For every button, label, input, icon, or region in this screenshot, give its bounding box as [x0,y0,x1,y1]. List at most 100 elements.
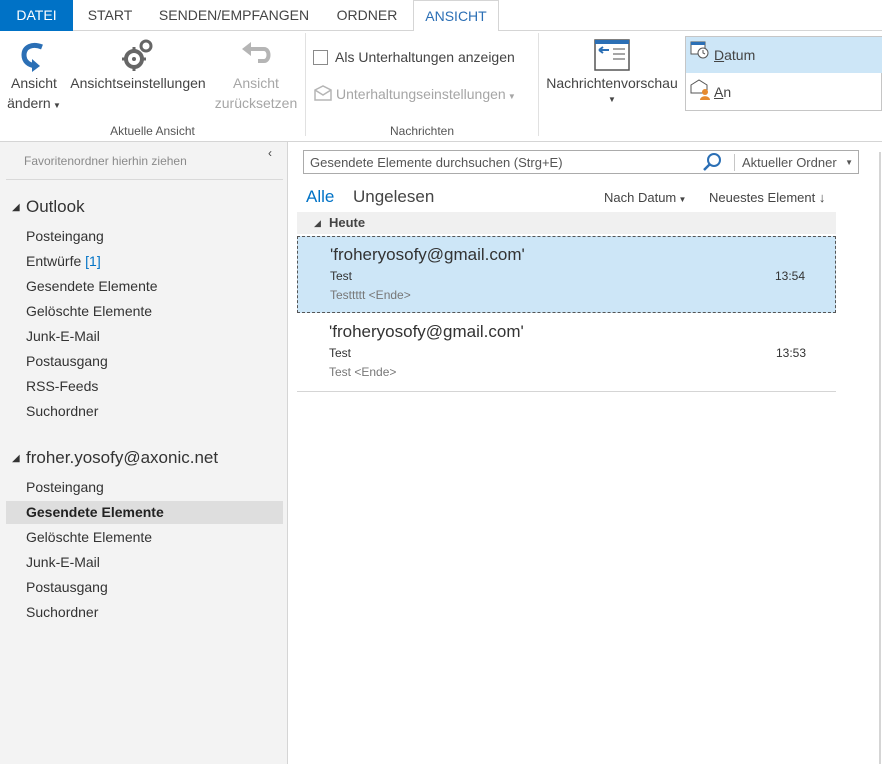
conversation-settings-icon [314,85,332,101]
search-input[interactable] [304,151,699,173]
message-subject: Test [330,269,353,283]
folder-deleted[interactable]: Gelöschte Elemente [6,526,283,549]
folder-rss[interactable]: RSS-Feeds [6,375,283,398]
view-settings-button[interactable]: Ansichtseinstellungen [66,37,210,121]
change-view-label-2: ändern [7,95,51,111]
tab-send-receive[interactable]: SENDEN/EMPFANGEN [150,0,318,31]
sort-by-dropdown[interactable]: Nach Datum ▼ [604,190,686,205]
search-scope-dropdown[interactable]: Aktueller Ordner ▼ [734,154,857,171]
message-sender: 'froheryosofy@gmail.com' [329,322,524,341]
arrangement-date-label: atum [724,47,756,63]
conversation-settings-button[interactable]: Unterhaltungseinstellungen ▼ [336,86,516,102]
expand-triangle-icon[interactable]: ◢ [12,202,20,213]
arrow-down-icon: ↓ [815,190,826,205]
group-header[interactable]: ◢ Heute [297,212,836,234]
group-label-messages: Nachrichten [389,124,455,138]
message-item[interactable]: 'froheryosofy@gmail.com' Test 13:53 Test… [297,314,836,391]
folder-pane: Favoritenordner hierhin ziehen ‹ ◢ Outlo… [0,142,288,764]
message-time: 13:53 [775,346,806,360]
show-conversations-checkbox[interactable] [313,50,328,65]
tab-folder[interactable]: ORDNER [324,0,410,31]
collapse-triangle-icon: ◢ [314,218,321,228]
folder-label: Posteingang [26,479,104,495]
filter-unread[interactable]: Ungelesen [353,187,434,207]
folder-search[interactable]: Suchordner [6,601,283,624]
folder-label: Postausgang [26,579,108,595]
sort-by-label: Nach Datum [604,190,677,205]
favorites-hint: Favoritenordner hierhin ziehen [24,154,187,168]
sort-order-toggle[interactable]: Neuestes Element ↓ [709,190,825,205]
search-icon[interactable] [702,152,722,172]
folder-label: RSS-Feeds [26,378,99,394]
ribbon-separator [538,33,539,136]
message-preview-icon [594,39,630,71]
folder-inbox[interactable]: Posteingang [6,476,283,499]
message-item-selected[interactable]: 'froheryosofy@gmail.com' Test 13:54 Test… [297,236,836,313]
search-scope-label: Aktueller Ordner [742,155,837,170]
ribbon-tabs: DATEI START SENDEN/EMPFANGEN ORDNER ANSI… [0,0,882,32]
conversation-settings-label: Unterhaltungseinstellungen [336,86,506,102]
folder-deleted[interactable]: Gelöschte Elemente [6,300,283,323]
message-sender: 'froheryosofy@gmail.com' [330,245,525,264]
search-box: Aktueller Ordner ▼ [303,150,859,174]
unread-count-badge: [1] [85,253,101,269]
folder-drafts[interactable]: Entwürfe [1] [6,250,283,273]
filter-all[interactable]: Alle [306,187,334,207]
chevron-down-icon: ▼ [676,195,687,204]
folder-outbox[interactable]: Postausgang [6,350,283,373]
account-header-outlook[interactable]: Outlook [26,197,85,217]
tab-start[interactable]: START [76,0,144,31]
tab-file[interactable]: DATEI [0,0,73,31]
ribbon: Ansicht ändern ▼ Ansichtseinstellungen A… [0,31,882,142]
folder-label: Gelöschte Elemente [26,529,153,545]
folder-junk[interactable]: Junk-E-Mail [6,551,283,574]
arrangement-date[interactable]: Datum [686,37,882,73]
folder-label: Gesendete Elemente [26,278,158,294]
folder-label: Suchordner [26,403,99,419]
folder-label: Posteingang [26,228,104,244]
divider [6,179,283,180]
arrangement-to[interactable]: An [686,74,882,110]
sort-order-label: Neuestes Element [709,190,816,205]
message-preview-text: Test <Ende> [329,365,397,379]
folder-label: Gesendete Elemente [26,504,164,520]
collapse-pane-button[interactable]: ‹ [268,146,272,160]
folder-search[interactable]: Suchordner [6,400,283,423]
message-preview-text: Testtttt <Ende> [330,288,411,302]
expand-triangle-icon[interactable]: ◢ [12,453,20,464]
reading-pane-edge [879,152,881,764]
folder-inbox[interactable]: Posteingang [6,225,283,248]
folder-sent-selected[interactable]: Gesendete Elemente [6,501,283,524]
chevron-down-icon: ▼ [845,158,853,167]
arrangement-to-label: n [723,84,732,100]
reset-view-label-1: Ansicht [233,75,279,91]
reset-view-button[interactable]: Ansicht zurücksetzen [212,37,300,121]
tab-view[interactable]: ANSICHT [413,0,499,32]
folder-label: Entwürfe [26,253,82,269]
folder-label: Junk-E-Mail [26,554,100,570]
change-view-label-1: Ansicht [11,75,57,91]
folder-sent[interactable]: Gesendete Elemente [6,275,283,298]
folder-label: Junk-E-Mail [26,328,100,344]
calendar-clock-icon [690,41,709,59]
dropdown-arrow-icon: ▼ [608,95,616,104]
folder-label: Gelöschte Elemente [26,303,153,319]
group-label-current-view: Aktuelle Ansicht [110,124,195,138]
show-conversations-label[interactable]: Als Unterhaltungen anzeigen [335,49,515,65]
gears-icon [122,39,153,71]
change-view-button[interactable]: Ansicht ändern ▼ [2,37,66,121]
folder-outbox[interactable]: Postausgang [6,576,283,599]
ribbon-separator [305,33,306,136]
folder-junk[interactable]: Junk-E-Mail [6,325,283,348]
arrangement-gallery: Datum An [685,36,882,111]
arrangement-date-accesskey: D [714,47,725,63]
dropdown-arrow-icon: ▼ [505,92,516,101]
view-settings-label: Ansichtseinstellungen [70,75,206,91]
account-header-axonic[interactable]: froher.yosofy@axonic.net [26,448,218,468]
divider [297,391,836,392]
arrangement-to-accesskey: A [714,84,724,100]
message-preview-button[interactable]: Nachrichtenvorschau ▼ [542,37,682,121]
message-subject: Test [329,346,352,360]
message-preview-label: Nachrichtenvorschau [546,75,678,91]
folder-label: Suchordner [26,604,99,620]
